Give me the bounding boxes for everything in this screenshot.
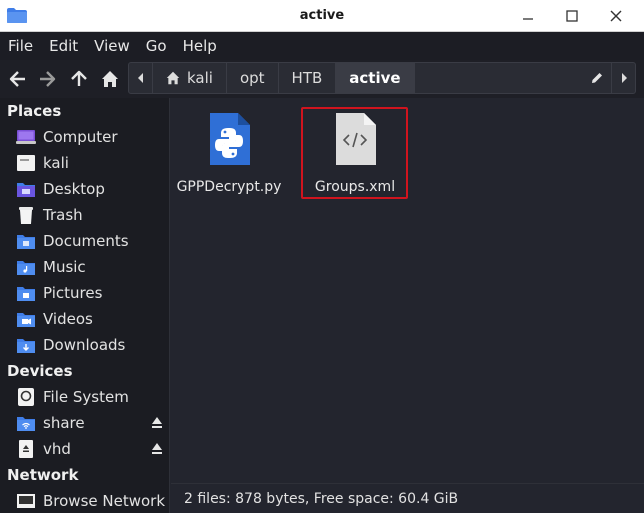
sidebar-item-label: vhd [43, 440, 71, 458]
sidebar-item-label: Music [43, 258, 86, 276]
downloads-folder-icon [16, 335, 36, 355]
path-crumb-htb[interactable]: HTB [279, 63, 337, 93]
sidebar-item-documents[interactable]: Documents [0, 228, 169, 254]
path-crumb-active[interactable]: active [336, 63, 415, 93]
sidebar-item-videos[interactable]: Videos [0, 306, 169, 332]
arrow-up-icon [71, 70, 87, 86]
sidebar-item-music[interactable]: Music [0, 254, 169, 280]
eject-icon[interactable] [151, 416, 163, 430]
menu-bar: File Edit View Go Help [0, 32, 644, 60]
drive-icon [16, 387, 36, 407]
forward-button[interactable] [35, 67, 59, 91]
videos-folder-icon [16, 309, 36, 329]
xml-file-icon [336, 113, 376, 165]
computer-icon [16, 127, 36, 147]
documents-folder-icon [16, 231, 36, 251]
removable-drive-icon [16, 439, 36, 459]
sidebar-item-label: Browse Network [43, 492, 166, 510]
path-crumb-home[interactable]: kali [153, 63, 227, 93]
sidebar-item-label: Downloads [43, 336, 126, 354]
file-item-gppdecrypt[interactable]: GPPDecrypt.py [174, 111, 284, 195]
arrow-left-icon [9, 71, 25, 87]
sidebar-item-label: Trash [43, 206, 83, 224]
title-bar: active [0, 0, 644, 32]
home-button[interactable] [98, 67, 122, 91]
home-folder-icon [16, 153, 36, 173]
window-title: active [299, 8, 345, 23]
status-bar: 2 files: 878 bytes, Free space: 60.4 GiB [171, 483, 644, 513]
home-icon [102, 71, 118, 87]
sidebar-item-kali[interactable]: kali [0, 150, 169, 176]
minimize-icon [523, 18, 533, 20]
chevron-right-icon [621, 73, 627, 83]
maximize-button[interactable] [560, 4, 584, 28]
sidebar-item-label: Pictures [43, 284, 103, 302]
minimize-button[interactable] [516, 4, 540, 28]
edit-path-button[interactable] [583, 63, 611, 93]
chevron-left-icon [137, 73, 143, 83]
network-section-title: Network [7, 466, 79, 484]
sidebar-item-label: Documents [43, 232, 129, 250]
sidebar-item-label: share [43, 414, 85, 432]
sidebar-item-label: kali [43, 154, 69, 172]
sidebar-item-file-system[interactable]: File System [0, 384, 169, 410]
python-file-icon [210, 113, 250, 165]
path-bar: kali opt HTB active [128, 62, 636, 94]
file-name: GPPDecrypt.py [176, 179, 282, 195]
menu-go[interactable]: Go [146, 37, 167, 55]
sidebar-item-label: Videos [43, 310, 93, 328]
menu-file[interactable]: File [8, 37, 33, 55]
eject-icon[interactable] [151, 442, 163, 456]
path-scroll-left-button[interactable] [129, 63, 153, 93]
path-empty-area [415, 63, 583, 93]
sidebar-item-share[interactable]: share [0, 410, 169, 436]
network-share-icon [16, 413, 36, 433]
sidebar-item-label: Desktop [43, 180, 105, 198]
pencil-icon [592, 73, 602, 83]
sidebar-item-label: Computer [43, 128, 118, 146]
path-scroll-right-button[interactable] [611, 63, 635, 93]
desktop-folder-icon [16, 179, 36, 199]
path-crumb-label: kali [187, 69, 213, 87]
sidebar: Places Computer kali Desktop Trash Docum… [0, 98, 170, 513]
music-folder-icon [16, 257, 36, 277]
menu-help[interactable]: Help [183, 37, 217, 55]
sidebar-item-browse-network[interactable]: Browse Network [0, 488, 169, 513]
sidebar-item-computer[interactable]: Computer [0, 124, 169, 150]
back-button[interactable] [6, 67, 30, 91]
network-icon [16, 491, 36, 511]
close-button[interactable] [604, 4, 628, 28]
sidebar-item-desktop[interactable]: Desktop [0, 176, 169, 202]
arrow-right-icon [40, 71, 56, 87]
menu-view[interactable]: View [94, 37, 130, 55]
sidebar-item-vhd[interactable]: vhd [0, 436, 169, 462]
maximize-icon [566, 10, 578, 22]
close-icon [610, 10, 622, 22]
sidebar-item-pictures[interactable]: Pictures [0, 280, 169, 306]
home-icon [166, 71, 180, 85]
file-view[interactable]: GPPDecrypt.py Groups.xml [171, 98, 644, 483]
trash-icon [16, 205, 36, 225]
sidebar-item-label: File System [43, 388, 129, 406]
places-section-title: Places [7, 102, 62, 120]
menu-edit[interactable]: Edit [49, 37, 78, 55]
file-name: Groups.xml [314, 179, 396, 195]
file-item-groups-xml[interactable]: Groups.xml [300, 111, 410, 195]
path-crumb-opt[interactable]: opt [227, 63, 279, 93]
pictures-folder-icon [16, 283, 36, 303]
sidebar-item-trash[interactable]: Trash [0, 202, 169, 228]
sidebar-item-downloads[interactable]: Downloads [0, 332, 169, 358]
up-button[interactable] [67, 67, 91, 91]
devices-section-title: Devices [7, 362, 73, 380]
